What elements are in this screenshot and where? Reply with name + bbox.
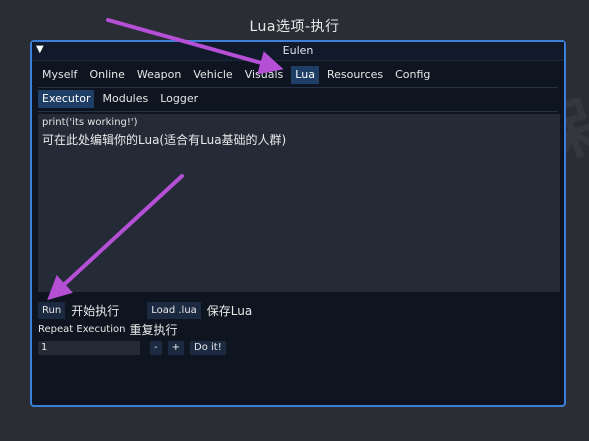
repeat-controls: 1 - + Do it! bbox=[38, 340, 226, 356]
sub-tab-bar: Executor Modules Logger bbox=[38, 90, 202, 108]
title-bar[interactable]: ▼ Eulen bbox=[32, 42, 564, 61]
window-title: Eulen bbox=[282, 44, 314, 57]
divider bbox=[38, 87, 558, 88]
repeat-execution-label: Repeat Execution bbox=[38, 323, 126, 335]
load-note: 保存Lua bbox=[206, 303, 253, 318]
lua-code-editor[interactable]: print('its working!') 可在此处编辑你的Lua(适合有Lua… bbox=[38, 114, 560, 292]
run-button[interactable]: Run bbox=[38, 301, 66, 319]
tab-resources[interactable]: Resources bbox=[323, 66, 387, 84]
tab-lua[interactable]: Lua bbox=[291, 66, 319, 84]
subtab-logger[interactable]: Logger bbox=[156, 90, 202, 108]
decrement-button[interactable]: - bbox=[150, 341, 162, 355]
tab-config[interactable]: Config bbox=[391, 66, 434, 84]
increment-button[interactable]: + bbox=[167, 341, 184, 355]
divider bbox=[38, 111, 558, 112]
repeat-note: 重复执行 bbox=[129, 322, 178, 337]
tab-myself[interactable]: Myself bbox=[38, 66, 81, 84]
run-note: 开始执行 bbox=[71, 303, 120, 318]
action-row: Run 开始执行 Load .lua 保存Lua bbox=[38, 301, 260, 319]
do-it-button[interactable]: Do it! bbox=[190, 341, 226, 355]
repeat-count-input[interactable]: 1 bbox=[38, 341, 140, 355]
tab-weapon[interactable]: Weapon bbox=[133, 66, 185, 84]
subtab-modules[interactable]: Modules bbox=[98, 90, 152, 108]
tab-vehicle[interactable]: Vehicle bbox=[189, 66, 236, 84]
main-tab-bar: Myself Online Weapon Vehicle Visuals Lua… bbox=[38, 66, 434, 84]
repeat-row: Repeat Execution 重复执行 bbox=[38, 321, 185, 337]
code-line: print('its working!') bbox=[42, 117, 138, 128]
editor-hint-text: 可在此处编辑你的Lua(适合有Lua基础的人群) bbox=[42, 133, 287, 147]
load-lua-button[interactable]: Load .lua bbox=[147, 301, 201, 319]
eulen-window: ▼ Eulen Myself Online Weapon Vehicle Vis… bbox=[30, 40, 566, 407]
tab-online[interactable]: Online bbox=[85, 66, 128, 84]
screenshot-caption: Lua选项-执行 bbox=[249, 19, 340, 35]
subtab-executor[interactable]: Executor bbox=[38, 90, 95, 108]
tab-visuals[interactable]: Visuals bbox=[241, 66, 288, 84]
